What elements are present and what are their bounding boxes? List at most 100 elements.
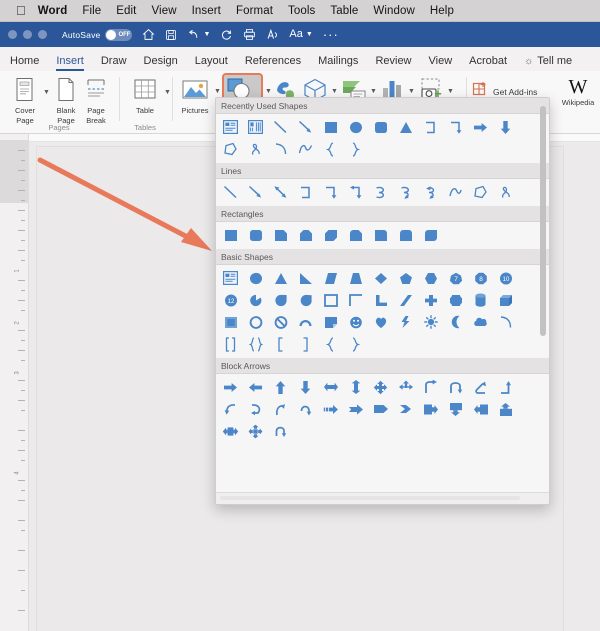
down-arrow-shape[interactable] [493, 116, 518, 138]
blank-page-button[interactable]: Blank Page [50, 75, 82, 125]
tab-references[interactable]: References [245, 55, 301, 71]
left-right-arrow-shape[interactable] [318, 376, 343, 398]
snip-same-side-corner-rectangle-shape[interactable] [293, 224, 318, 246]
window-traffic-lights[interactable] [8, 30, 53, 39]
cover-page-dropdown-caret-icon[interactable]: ▼ [43, 89, 50, 96]
vertical-ruler[interactable]: 1 2 3 4 [0, 132, 29, 631]
rectangle-shape[interactable] [318, 116, 343, 138]
isosceles-triangle-shape[interactable] [268, 267, 293, 289]
pentagon-shape[interactable] [393, 267, 418, 289]
apple-icon[interactable]:  [16, 4, 26, 17]
double-bracket-shape[interactable] [218, 333, 243, 355]
donut-shape[interactable] [243, 311, 268, 333]
line-shape[interactable] [218, 181, 243, 203]
chord-shape[interactable] [293, 289, 318, 311]
up-down-arrow-shape[interactable] [343, 376, 368, 398]
right-arrow-shape[interactable] [218, 376, 243, 398]
left-brace-shape[interactable] [318, 138, 343, 160]
chevron-arrow-shape[interactable] [393, 398, 418, 420]
curved-right-arrow-shape[interactable] [243, 398, 268, 420]
menu-item-format[interactable]: Format [236, 5, 273, 17]
freeform-shape[interactable] [468, 181, 493, 203]
font-format-icon[interactable]: Aa [289, 29, 302, 40]
left-brace-shape[interactable] [318, 333, 343, 355]
bent-arrow-shape[interactable] [418, 376, 443, 398]
minimize-window-button[interactable] [23, 30, 32, 39]
arc-shape[interactable] [493, 311, 518, 333]
dodecagon-shape[interactable]: 12 [218, 289, 243, 311]
shapes-panel-scrollbar-thumb[interactable] [540, 106, 546, 336]
close-window-button[interactable] [8, 30, 17, 39]
menu-item-edit[interactable]: Edit [116, 5, 136, 17]
parallelogram-shape[interactable] [318, 267, 343, 289]
elbow-double-arrow-connector-shape[interactable] [343, 181, 368, 203]
right-bracket-shape[interactable] [293, 333, 318, 355]
line-arrow-shape[interactable] [293, 116, 318, 138]
read-aloud-icon[interactable] [266, 28, 279, 41]
smartart-dropdown-caret-icon[interactable]: ▼ [370, 88, 377, 95]
right-brace-shape[interactable] [343, 138, 368, 160]
bent-up-arrow-shape[interactable] [493, 376, 518, 398]
rounded-rectangle-shape[interactable] [243, 224, 268, 246]
snip-single-corner-rectangle-shape[interactable] [268, 224, 293, 246]
cylinder-shape[interactable] [468, 289, 493, 311]
vertical-text-box-shape[interactable] [243, 116, 268, 138]
round-diagonal-corner-rectangle-shape[interactable] [418, 224, 443, 246]
plaque-shape[interactable] [443, 289, 468, 311]
pentagon-arrow-shape[interactable] [368, 398, 393, 420]
tab-draw[interactable]: Draw [101, 55, 127, 71]
chart-dropdown-caret-icon[interactable]: ▼ [408, 88, 415, 95]
line-shape[interactable] [268, 116, 293, 138]
right-brace-shape[interactable] [343, 333, 368, 355]
font-dropdown-caret-icon[interactable]: ▼ [306, 31, 313, 38]
diagonal-stripe-shape[interactable] [393, 289, 418, 311]
tell-me-box[interactable]: ☼ Tell me [524, 55, 572, 71]
quad-arrow-shape[interactable] [393, 376, 418, 398]
elbow-arrow-connector-shape[interactable] [443, 116, 468, 138]
bevel-shape[interactable] [218, 311, 243, 333]
pie-shape[interactable] [243, 289, 268, 311]
tab-home[interactable]: Home [10, 55, 39, 71]
folded-corner-shape[interactable] [318, 311, 343, 333]
up-arrow-shape[interactable] [268, 376, 293, 398]
right-triangle-shape[interactable] [293, 267, 318, 289]
redo-icon[interactable] [220, 28, 233, 41]
left-arrow-callout-shape[interactable] [468, 398, 493, 420]
heart-shape[interactable] [368, 311, 393, 333]
moon-shape[interactable] [443, 311, 468, 333]
half-frame-shape[interactable] [343, 289, 368, 311]
more-options-icon[interactable]: ··· [323, 28, 339, 41]
menu-item-word[interactable]: Word [38, 5, 68, 17]
menu-item-table[interactable]: Table [330, 5, 358, 17]
elbow-connector-shape[interactable] [293, 181, 318, 203]
snip-and-round-single-corner-rectangle-shape[interactable] [343, 224, 368, 246]
home-icon[interactable] [142, 28, 155, 41]
hexagon-shape[interactable] [418, 267, 443, 289]
menu-item-tools[interactable]: Tools [288, 5, 315, 17]
menu-item-insert[interactable]: Insert [192, 5, 221, 17]
round-same-side-corner-rectangle-shape[interactable] [393, 224, 418, 246]
sun-shape[interactable] [418, 311, 443, 333]
tab-view[interactable]: View [429, 55, 453, 71]
elbow-arrow-connector-shape[interactable] [318, 181, 343, 203]
menu-item-file[interactable]: File [82, 5, 101, 17]
3d-models-dropdown-caret-icon[interactable]: ▼ [331, 88, 338, 95]
smiley-face-shape[interactable] [343, 311, 368, 333]
double-brace-shape[interactable] [243, 333, 268, 355]
left-arrow-shape[interactable] [243, 376, 268, 398]
save-icon[interactable] [165, 29, 177, 41]
right-arrow-shape[interactable] [468, 116, 493, 138]
tab-layout[interactable]: Layout [195, 55, 228, 71]
block-arc-shape[interactable] [293, 311, 318, 333]
decagon-shape[interactable]: 10 [493, 267, 518, 289]
octagon-shape[interactable]: 8 [468, 267, 493, 289]
no-symbol-shape[interactable] [268, 311, 293, 333]
menu-item-window[interactable]: Window [373, 5, 415, 17]
circular-arrow-shape[interactable] [268, 420, 293, 442]
cloud-shape[interactable] [468, 311, 493, 333]
autosave-toggle[interactable]: OFF [105, 28, 133, 41]
rounded-rectangle-shape[interactable] [368, 116, 393, 138]
curve-shape[interactable] [293, 138, 318, 160]
tab-insert[interactable]: Insert [56, 55, 84, 71]
freeform-shape[interactable] [218, 138, 243, 160]
